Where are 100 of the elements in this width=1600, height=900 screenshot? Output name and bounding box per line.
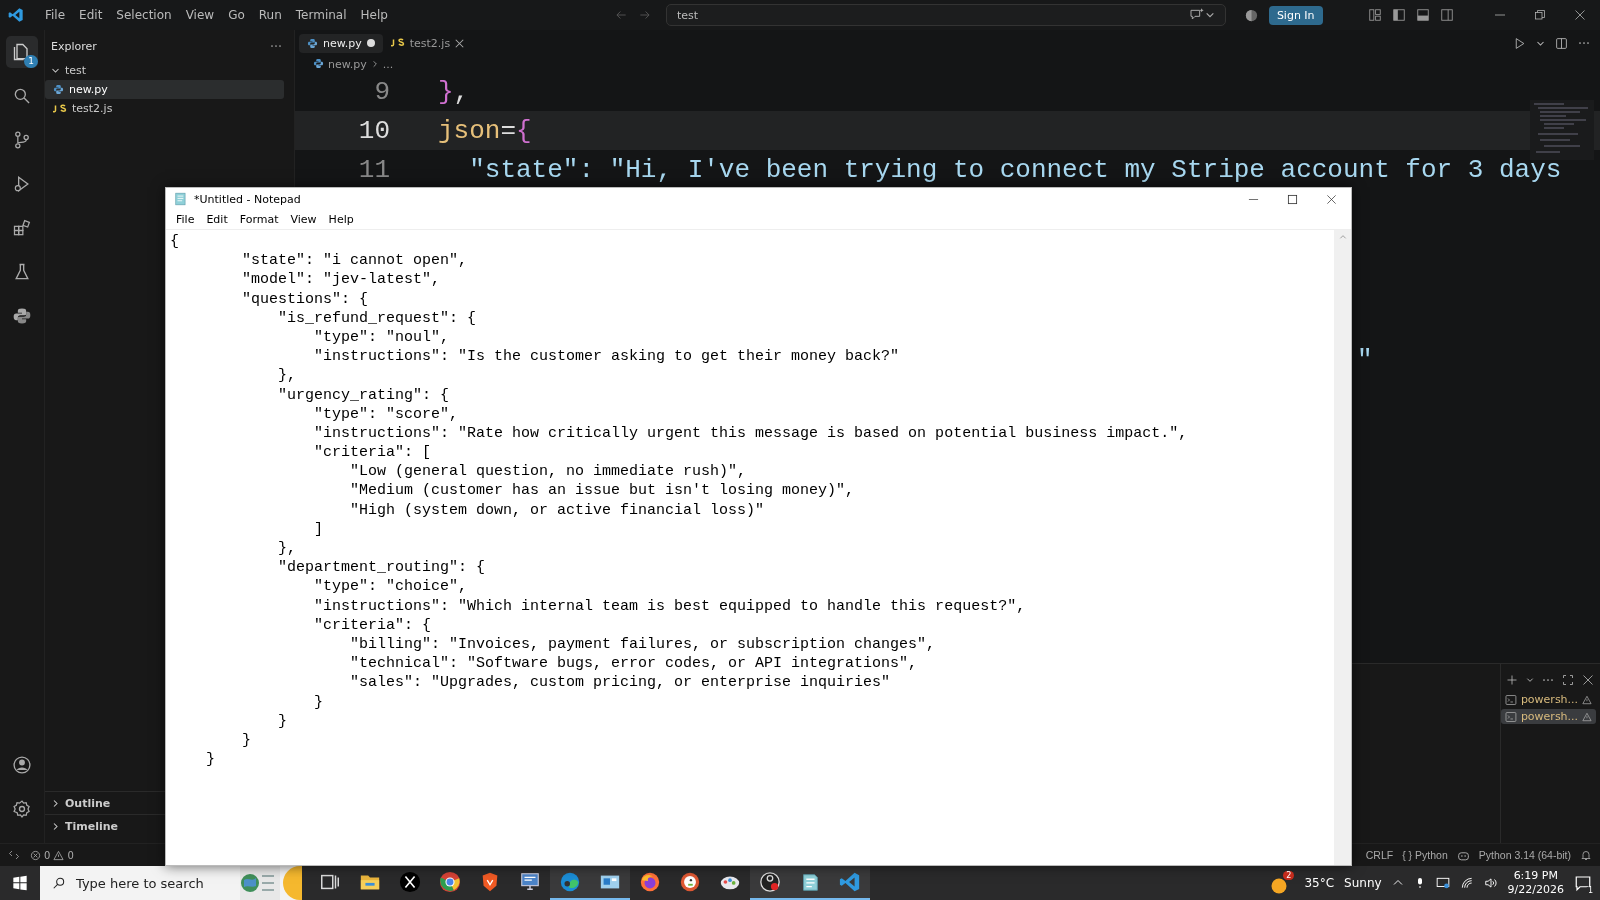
terminal-icon — [1505, 710, 1517, 723]
duck-icon — [679, 871, 701, 893]
caret-icon[interactable] — [1526, 676, 1534, 684]
sidebar-toggle-icon[interactable] — [1392, 8, 1406, 22]
restore-icon[interactable] — [1534, 9, 1546, 21]
source-control-icon — [12, 130, 32, 150]
menu-item[interactable]: Edit — [200, 213, 234, 226]
browser-icon — [439, 871, 461, 893]
menu-item[interactable]: Go — [221, 6, 252, 24]
text-line: "type": "choice", — [313, 577, 469, 597]
status-item[interactable]: Python 3.14 (64-bit) — [1478, 849, 1571, 861]
text-line: "instructions": "Rate how critically urgent this message is based on potential business impact.", — [313, 423, 1189, 444]
file-row[interactable]: test2.js — [45, 99, 284, 118]
terminal-tab[interactable]: powersh... — [1501, 709, 1596, 724]
close-icon[interactable] — [1574, 9, 1586, 21]
warning-icon — [1582, 711, 1592, 722]
taskbar-button[interactable] — [590, 866, 630, 900]
half-circle-icon[interactable] — [1243, 7, 1259, 23]
close-icon[interactable] — [1326, 193, 1337, 205]
text-line: } — [241, 730, 252, 751]
count-badge: 1 — [1585, 886, 1595, 895]
search-field[interactable]: Type here to search — [40, 866, 280, 900]
count-badge: 2 — [1283, 871, 1295, 880]
display-icon[interactable] — [1435, 876, 1450, 890]
menu-item[interactable]: View — [178, 6, 222, 24]
problems-button[interactable]: 0 0 — [30, 849, 74, 861]
plus-icon[interactable] — [1506, 674, 1518, 686]
text-line: "type": "noul", — [313, 327, 451, 348]
taskbar-button[interactable] — [550, 866, 590, 900]
chevron-icon[interactable] — [51, 821, 60, 831]
window-title: *Untitled - Notepad — [194, 192, 301, 206]
section-header[interactable]: Outline — [45, 792, 155, 814]
clock-button[interactable]: 6:19 PM 9/22/2026 — [1507, 869, 1564, 897]
js-file-icon — [53, 103, 67, 114]
run-icon[interactable] — [1513, 36, 1526, 50]
menu-item[interactable]: File — [170, 213, 201, 226]
menu-item[interactable]: Selection — [109, 6, 179, 24]
taskbar-button[interactable] — [830, 866, 870, 900]
maximize-icon[interactable] — [1287, 193, 1298, 205]
text-line: "High (system down, or active financial loss)" — [349, 500, 766, 520]
scrollbar[interactable] — [1334, 230, 1351, 865]
python-file-icon — [313, 57, 324, 69]
breadcrumb-item[interactable]: new.py — [313, 57, 367, 71]
taskbar-button[interactable] — [750, 866, 790, 900]
wifi-icon[interactable] — [1459, 876, 1474, 890]
monitor-icon — [519, 871, 541, 893]
folder-row[interactable]: test — [45, 61, 284, 80]
breadcrumb-item[interactable]: ... — [382, 57, 394, 71]
search-icon — [52, 876, 66, 890]
text-line: } — [313, 692, 325, 712]
weather-text: Sunny — [1344, 876, 1382, 890]
menu-item[interactable]: View — [284, 213, 323, 226]
close-icon[interactable] — [455, 38, 465, 48]
remote-icon[interactable] — [8, 849, 20, 861]
weather-button[interactable]: 2 — [1270, 871, 1295, 895]
menu-item[interactable]: Edit — [72, 6, 110, 24]
volume-icon[interactable] — [1483, 876, 1498, 890]
section-header[interactable]: Timeline — [45, 815, 155, 837]
split-editor-icon[interactable] — [1555, 36, 1568, 50]
chevron-icon[interactable] — [51, 798, 60, 808]
explorer-view-button[interactable]: 1 — [6, 36, 38, 68]
menu-item[interactable]: File — [38, 6, 73, 24]
text-line: "Medium (customer has an issue but isn't losing money)", — [349, 481, 856, 501]
layout-icon[interactable] — [1368, 8, 1382, 22]
editor-tab[interactable]: test2.js — [382, 33, 473, 53]
message-icon — [1574, 874, 1592, 892]
maximize-icon[interactable] — [1562, 674, 1574, 686]
code-line: }, — [437, 76, 470, 107]
text-line: "questions": { — [241, 289, 370, 309]
caret-icon[interactable] — [1204, 10, 1215, 20]
chevron-icon[interactable] — [51, 66, 60, 75]
status-item[interactable]: CRLF — [1365, 849, 1394, 861]
menu-item[interactable]: Format — [233, 213, 285, 226]
js-file-icon — [390, 38, 405, 48]
menu-item[interactable]: Help — [322, 213, 360, 226]
text-line: "criteria": { — [313, 615, 433, 635]
text-line: } — [205, 750, 216, 770]
editor-tab[interactable]: new.py — [299, 33, 383, 53]
panel-toggle-icon[interactable] — [1416, 8, 1430, 22]
start-icon[interactable] — [12, 875, 28, 891]
file-row[interactable]: new.py — [45, 80, 284, 99]
close-icon[interactable] — [1582, 674, 1594, 686]
language-button[interactable]: { } Python — [1402, 849, 1448, 861]
text-line: } — [277, 711, 289, 731]
terminal-tab[interactable]: powersh... — [1501, 692, 1596, 707]
menu-item[interactable]: Help — [353, 6, 395, 24]
sign-in-button[interactable]: Sign In — [1268, 5, 1323, 25]
menu-item[interactable]: Run — [251, 6, 289, 24]
text-line: "instructions": "Which internal team is best equipped to handle this request?", — [313, 596, 1027, 616]
app-icon — [399, 871, 421, 893]
menu-item[interactable]: Terminal — [288, 6, 354, 24]
unsaved-dot-icon — [366, 39, 375, 47]
bell-icon[interactable] — [1580, 849, 1592, 861]
warning-icon — [1582, 694, 1592, 705]
command-search-field[interactable]: test — [665, 4, 1226, 26]
notifications-button[interactable]: 1 — [1574, 874, 1592, 892]
code-editor-icon — [839, 871, 861, 893]
error-icon — [30, 849, 41, 861]
secondary-sidebar-icon[interactable] — [1440, 8, 1454, 22]
line-number: 10 — [357, 115, 390, 146]
